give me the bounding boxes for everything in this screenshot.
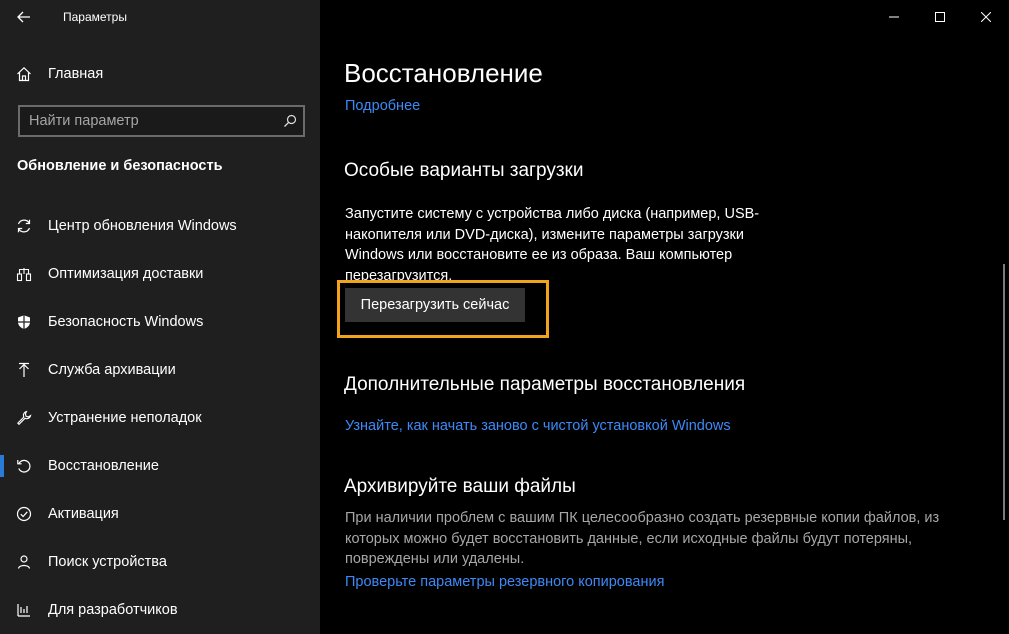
advanced-startup-line: Windows или восстановите ее из образа. В… (345, 247, 733, 263)
sidebar-item-label: Безопасность Windows (48, 314, 204, 330)
backup-line: повреждены или удалены. (345, 551, 525, 567)
backup-line: которых можно будет восстановить данные,… (345, 530, 913, 547)
close-icon (981, 12, 991, 22)
window-controls (871, 0, 1009, 34)
developer-icon (0, 602, 48, 618)
sidebar: Параметры Главная Обновление и безопасно… (0, 0, 320, 634)
sidebar-item-home[interactable]: Главная (0, 58, 320, 90)
search-input[interactable] (20, 113, 277, 129)
back-arrow-icon (17, 11, 30, 23)
sidebar-item-windows-security[interactable]: Безопасность Windows (0, 298, 320, 346)
advanced-startup-line: Запустите систему с устройства либо диск… (345, 206, 760, 222)
sidebar-item-label: Для разработчиков (48, 602, 178, 618)
advanced-startup-description: Запустите систему с устройства либо диск… (345, 204, 759, 286)
sidebar-item-label: Центр обновления Windows (48, 218, 237, 234)
titlebar: Параметры (0, 0, 320, 34)
backup-settings-link[interactable]: Проверьте параметры резервного копирован… (345, 574, 664, 590)
maximize-button[interactable] (917, 0, 963, 34)
section-title: Обновление и безопасность (17, 158, 223, 174)
maximize-icon (935, 12, 945, 22)
wrench-icon (0, 410, 48, 426)
search-box[interactable] (18, 105, 305, 137)
sidebar-item-label: Оптимизация доставки (48, 266, 204, 282)
shield-icon (0, 314, 48, 330)
sidebar-item-developers[interactable]: Для разработчиков (0, 586, 320, 634)
sidebar-item-label: Восстановление (48, 458, 159, 474)
backup-line: При наличии проблем с вашим ПК целесообр… (345, 510, 940, 526)
search-icon[interactable] (277, 114, 303, 128)
recovery-icon (0, 458, 48, 474)
app-title: Параметры (63, 10, 127, 24)
fresh-start-link[interactable]: Узнайте, как начать заново с чистой уста… (345, 418, 731, 434)
sidebar-item-find-device[interactable]: Поиск устройства (0, 538, 320, 586)
refresh-icon (0, 218, 48, 234)
sidebar-item-label: Поиск устройства (48, 554, 167, 570)
sidebar-item-activation[interactable]: Активация (0, 490, 320, 538)
sidebar-item-label: Служба архивации (48, 362, 176, 378)
advanced-startup-heading: Особые варианты загрузки (344, 160, 584, 181)
restart-now-button[interactable]: Перезагрузить сейчас (345, 288, 525, 322)
more-info-link[interactable]: Подробнее (345, 98, 420, 114)
back-button[interactable] (0, 0, 48, 34)
advanced-startup-line: накопителя или DVD-диска), измените пара… (345, 226, 745, 243)
sidebar-item-recovery[interactable]: Восстановление (0, 442, 320, 490)
scrollbar[interactable] (1003, 264, 1005, 520)
check-circle-icon (0, 506, 48, 522)
more-recovery-heading: Дополнительные параметры восстановления (344, 374, 746, 395)
sidebar-item-label: Активация (48, 506, 119, 522)
backup-heading: Архивируйте ваши файлы (344, 476, 576, 497)
page-title: Восстановление (344, 58, 543, 88)
upload-arrow-icon (0, 362, 48, 378)
main-content: Восстановление Подробнее Особые варианты… (320, 0, 1009, 634)
delivery-icon (0, 266, 48, 282)
sidebar-item-troubleshoot[interactable]: Устранение неполадок (0, 394, 320, 442)
backup-description: При наличии проблем с вашим ПК целесообр… (345, 508, 939, 570)
sidebar-item-backup[interactable]: Служба архивации (0, 346, 320, 394)
sidebar-item-delivery-optimization[interactable]: Оптимизация доставки (0, 250, 320, 298)
sidebar-item-label: Устранение неполадок (48, 410, 202, 426)
sidebar-item-windows-update[interactable]: Центр обновления Windows (0, 202, 320, 250)
home-label: Главная (48, 66, 104, 82)
home-icon (0, 66, 48, 82)
person-pin-icon (0, 554, 48, 570)
minimize-button[interactable] (871, 0, 917, 34)
close-button[interactable] (963, 0, 1009, 34)
nav-list: Центр обновления Windows Оптимизация дос… (0, 202, 320, 634)
minimize-icon (889, 16, 899, 18)
